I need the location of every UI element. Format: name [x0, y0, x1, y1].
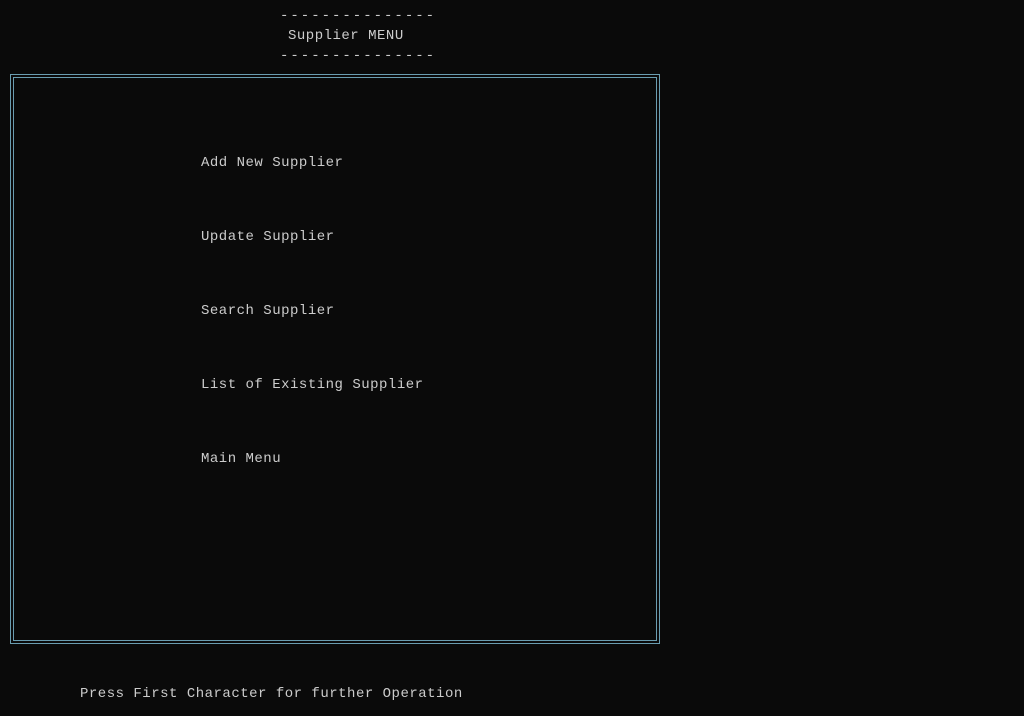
menu-title: Supplier MENU — [280, 24, 1024, 48]
menu-container: Add New Supplier Update Supplier Search … — [10, 74, 660, 644]
header-dashes-top: --------------- — [280, 8, 1024, 24]
header-dashes-bottom: --------------- — [280, 48, 1024, 64]
menu-item-update-supplier[interactable]: Update Supplier — [201, 229, 659, 245]
footer-hint: Press First Character for further Operat… — [0, 644, 1024, 702]
menu-items-list: Add New Supplier Update Supplier Search … — [11, 75, 659, 467]
menu-item-main-menu[interactable]: Main Menu — [201, 451, 659, 467]
menu-header: --------------- Supplier MENU ----------… — [0, 0, 1024, 64]
menu-item-list-supplier[interactable]: List of Existing Supplier — [201, 377, 659, 393]
menu-item-search-supplier[interactable]: Search Supplier — [201, 303, 659, 319]
menu-item-add-supplier[interactable]: Add New Supplier — [201, 155, 659, 171]
